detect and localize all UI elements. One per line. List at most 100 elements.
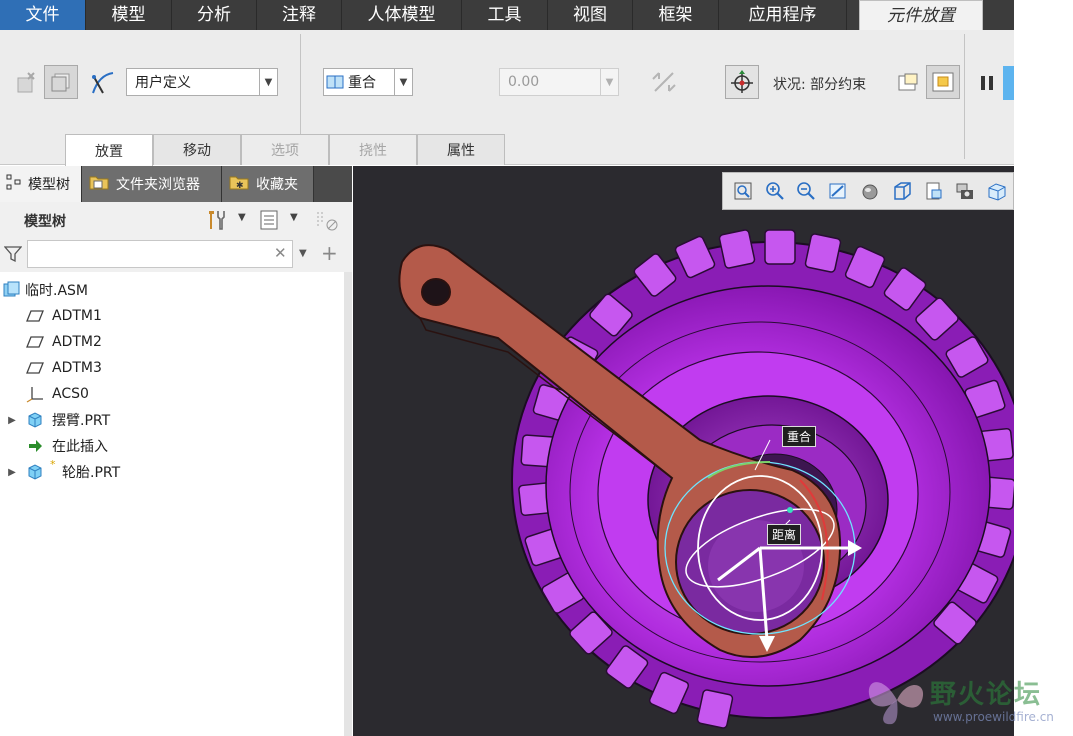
offset-input[interactable]: 0.00 ▼ <box>499 68 619 96</box>
constraint-tag-coincident[interactable]: 重合 <box>782 426 817 447</box>
tree-title: 模型树 <box>24 214 66 230</box>
tree-item-label: ACS0 <box>52 386 89 402</box>
part-icon <box>26 411 44 429</box>
assembly-icon <box>3 281 21 299</box>
tree-item-label: ADTM3 <box>52 360 102 376</box>
tab-favorites-label: 收藏夹 <box>256 177 298 193</box>
tab-placement[interactable]: 放置 <box>65 134 153 166</box>
tree-settings-icon[interactable] <box>205 208 229 236</box>
menu-bar: 文件 模型 分析 注释 人体模型 工具 视图 框架 应用程序 元件放置 <box>0 0 1014 30</box>
filter-icon <box>3 245 23 267</box>
constraint-type-value: 重合 <box>348 75 376 91</box>
chevron-down-icon[interactable]: ▼ <box>290 212 298 223</box>
chevron-down-icon[interactable]: ▼ <box>299 248 307 259</box>
insert-here-arrow-icon <box>26 437 44 455</box>
chevron-down-icon[interactable]: ▼ <box>238 212 246 223</box>
constraint-tag-distance[interactable]: 距离 <box>767 524 802 545</box>
tree-item[interactable]: ADTM1 <box>0 304 344 328</box>
svg-text:✱: ✱ <box>236 181 244 191</box>
tree-item-label: 轮胎.PRT <box>62 465 121 481</box>
add-filter-icon[interactable]: + <box>321 241 338 265</box>
clear-icon[interactable]: ✕ <box>274 244 287 262</box>
chevron-down-icon: ▼ <box>394 69 412 95</box>
assembly-window-icon[interactable] <box>926 65 960 99</box>
menu-view[interactable]: 视图 <box>548 0 633 30</box>
move-component-icon[interactable] <box>725 65 759 99</box>
coordinate-system-icon <box>26 385 44 403</box>
tab-flexibility[interactable]: 挠性 <box>329 134 417 165</box>
ribbon: 用户定义 ▼ 重合 ▼ 0.00 ▼ 状况: 部分约束 放置 移动 选项 挠性 … <box>0 30 1014 166</box>
menu-manikin[interactable]: 人体模型 <box>342 0 462 30</box>
tree-item[interactable]: ADTM2 <box>0 330 344 354</box>
menu-tools[interactable]: 工具 <box>462 0 548 30</box>
hide-icon[interactable] <box>314 208 340 236</box>
view-toolbar <box>722 172 1014 210</box>
tree-item-label: 在此插入 <box>52 439 108 455</box>
user-defined-constraint-icon[interactable] <box>86 66 120 100</box>
watermark-title: 野火论坛 <box>930 680 1043 710</box>
coincident-icon <box>324 75 346 89</box>
tab-favorites[interactable]: ✱ 收藏夹 <box>222 166 314 202</box>
ribbon-divider <box>964 34 965 159</box>
datum-display-icon[interactable] <box>981 176 1013 206</box>
left-panel: 模型树 文件夹浏览器 ✱ 收藏夹 模型树 ▼ ▼ ✕ ▼ + 临时.ASM AD… <box>0 166 352 736</box>
scrollbar[interactable] <box>344 272 352 736</box>
refit-icon[interactable] <box>727 176 759 206</box>
tree-item[interactable]: 在此插入 <box>0 434 344 458</box>
panel-tabs: 模型树 文件夹浏览器 ✱ 收藏夹 <box>0 166 352 202</box>
model-tree-icon <box>6 174 22 194</box>
tree-toolbar: 模型树 ▼ ▼ <box>0 202 352 236</box>
automatic-placement-icon[interactable] <box>10 66 44 100</box>
part-icon <box>26 463 44 481</box>
menu-model[interactable]: 模型 <box>86 0 172 30</box>
pause-icon[interactable] <box>970 66 1004 100</box>
constraint-type-select[interactable]: 重合 ▼ <box>323 68 413 96</box>
flip-constraint-icon[interactable] <box>647 65 681 99</box>
datum-plane-icon <box>26 333 44 351</box>
confirm-icon[interactable] <box>1003 66 1014 100</box>
graphics-viewport[interactable]: 重合 距离 <box>353 166 1014 736</box>
saved-orientations-icon[interactable] <box>886 176 918 206</box>
connection-interface-icon[interactable] <box>44 65 78 99</box>
menu-spacer <box>847 0 859 30</box>
menu-framework[interactable]: 框架 <box>633 0 719 30</box>
expand-arrow-icon[interactable]: ▶ <box>6 467 18 478</box>
expand-arrow-icon[interactable]: ▶ <box>6 415 18 426</box>
assembly-3d-view[interactable] <box>353 166 1014 736</box>
constraint-set-select[interactable]: 用户定义 ▼ <box>126 68 278 96</box>
placing-star-icon: * <box>50 458 56 471</box>
tree-item[interactable]: ▶ 摆臂.PRT <box>0 408 344 432</box>
offset-value: 0.00 <box>508 74 540 90</box>
repaint-icon[interactable] <box>822 176 854 206</box>
tab-folder-browser[interactable]: 文件夹浏览器 <box>82 166 222 202</box>
view-manager-icon[interactable] <box>918 176 950 206</box>
datum-plane-icon <box>26 359 44 377</box>
tree-item-label: ADTM1 <box>52 308 102 324</box>
zoom-out-icon[interactable] <box>791 176 823 206</box>
zoom-in-icon[interactable] <box>759 176 791 206</box>
tab-options[interactable]: 选项 <box>241 134 329 165</box>
tab-model-tree[interactable]: 模型树 <box>0 166 82 202</box>
tree-search-input[interactable] <box>27 240 293 268</box>
tree-item[interactable]: ACS0 <box>0 382 344 406</box>
window-edge <box>1014 0 1073 736</box>
menu-file[interactable]: 文件 <box>0 0 86 30</box>
tab-properties[interactable]: 属性 <box>417 134 505 165</box>
menu-analysis[interactable]: 分析 <box>172 0 257 30</box>
separate-window-icon[interactable] <box>892 66 926 100</box>
constraint-set-value: 用户定义 <box>135 75 191 91</box>
tree-item-label: ADTM2 <box>52 334 102 350</box>
perspective-camera-icon[interactable] <box>949 176 981 206</box>
menu-annotate[interactable]: 注释 <box>257 0 342 30</box>
menu-applications[interactable]: 应用程序 <box>719 0 847 30</box>
show-columns-icon[interactable] <box>258 209 280 235</box>
menu-component-placement[interactable]: 元件放置 <box>859 0 983 30</box>
folder-browser-icon <box>88 173 110 195</box>
tree-item-root[interactable]: 临时.ASM <box>0 278 344 302</box>
tree-item[interactable]: ▶ * 轮胎.PRT <box>0 458 344 484</box>
display-style-icon[interactable] <box>854 176 886 206</box>
tree-item[interactable]: ADTM3 <box>0 356 344 380</box>
tab-move[interactable]: 移动 <box>153 134 241 165</box>
chevron-down-icon: ▼ <box>259 69 277 95</box>
tree-item-label: 临时.ASM <box>25 283 88 299</box>
